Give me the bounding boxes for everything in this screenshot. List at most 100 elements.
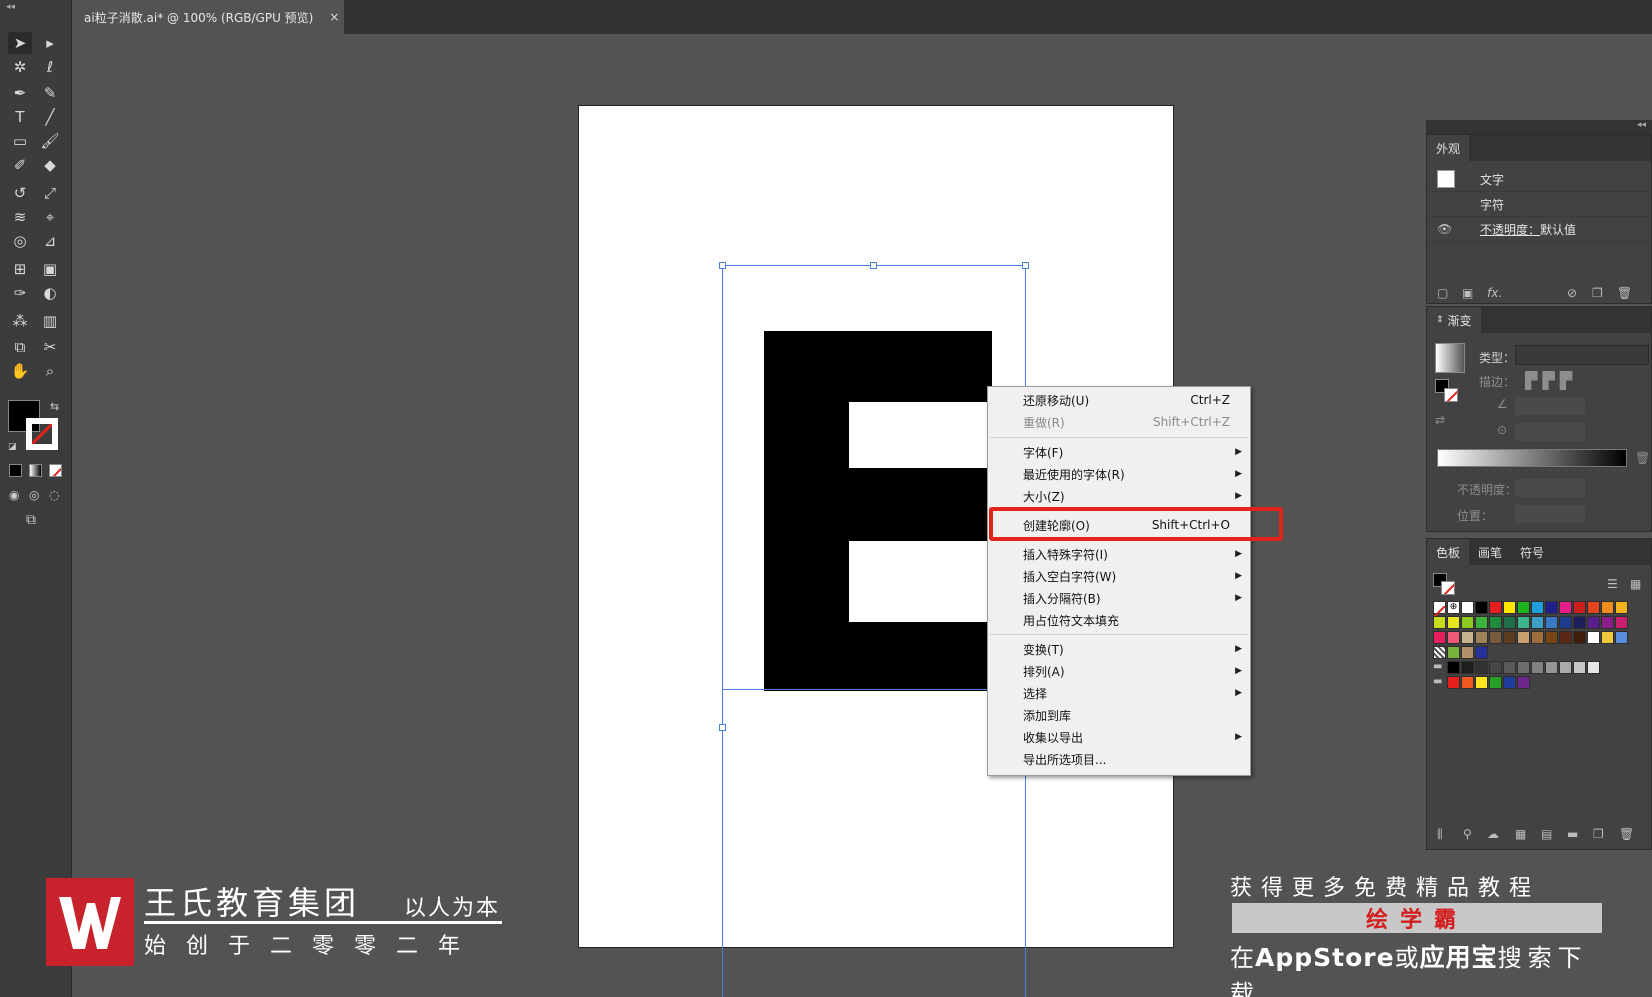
color-swatch[interactable] <box>1601 616 1614 629</box>
color-swatch[interactable] <box>1503 661 1516 674</box>
menu-item-add-to-library[interactable]: 添加到库 <box>988 704 1250 726</box>
paintbrush-tool-icon[interactable]: 🖌 <box>38 130 62 152</box>
pen-tool-icon[interactable]: ✒ <box>8 82 32 104</box>
color-swatch[interactable] <box>1447 676 1460 689</box>
color-swatch[interactable] <box>1475 616 1488 629</box>
menu-item-arrange[interactable]: 排列(A) ▶ <box>988 660 1250 682</box>
trash-icon[interactable]: 🗑 <box>1617 286 1632 300</box>
color-swatch[interactable] <box>1489 601 1502 614</box>
type-tool-icon[interactable]: T <box>8 106 32 128</box>
trash-icon[interactable]: 🗑 <box>1619 827 1634 841</box>
gradient-position-input[interactable] <box>1515 505 1585 523</box>
color-swatch[interactable] <box>1461 601 1474 614</box>
color-swatch[interactable] <box>1461 646 1474 659</box>
blend-tool-icon[interactable]: ◐ <box>38 282 62 304</box>
gradient-opacity-input[interactable] <box>1515 479 1585 497</box>
resize-handle-ml[interactable] <box>719 724 726 731</box>
resize-handle-tl[interactable] <box>719 262 726 269</box>
draw-inside-icon[interactable]: ◌ <box>49 488 59 502</box>
slice-tool-icon[interactable]: ✂ <box>38 336 62 358</box>
screen-mode-icon[interactable]: ⧉ <box>26 512 36 528</box>
menu-item-insert-special-char[interactable]: 插入特殊字符(I) ▶ <box>988 543 1250 565</box>
shaper-tool-icon[interactable]: ✐ <box>8 154 32 176</box>
reverse-gradient-icon[interactable]: ⇄ <box>1435 413 1445 427</box>
lasso-tool-icon[interactable]: ℓ <box>38 56 62 78</box>
color-swatch[interactable] <box>1573 616 1586 629</box>
draw-normal-icon[interactable]: ◉ <box>9 488 19 502</box>
color-swatch[interactable] <box>1559 631 1572 644</box>
duplicate-item-icon[interactable]: ❐ <box>1592 286 1603 300</box>
line-segment-tool-icon[interactable]: ╱ <box>38 106 62 128</box>
fx-icon[interactable]: fx. <box>1487 286 1502 300</box>
panel-grip[interactable]: ◂◂ <box>0 0 72 22</box>
none-swatch[interactable] <box>1433 601 1446 618</box>
curvature-tool-icon[interactable]: ✎ <box>38 82 62 104</box>
direct-selection-tool-icon[interactable]: ▸ <box>38 32 62 54</box>
resize-handle-tr[interactable] <box>1022 262 1029 269</box>
color-swatch[interactable] <box>1489 661 1502 674</box>
color-swatch[interactable] <box>1475 646 1488 659</box>
selection-tool-icon[interactable]: ➤ <box>8 32 32 54</box>
stroke-swatch[interactable] <box>26 418 58 450</box>
swatch-libraries-icon[interactable]: ⫼ <box>1437 827 1443 842</box>
shape-builder-tool-icon[interactable]: ◎ <box>8 230 32 252</box>
pattern-swatch[interactable] <box>1433 646 1446 659</box>
color-swatch[interactable] <box>1615 631 1628 644</box>
color-swatch[interactable] <box>1489 616 1502 629</box>
color-group-folder-icon[interactable]: ▬ <box>1433 676 1446 689</box>
color-swatch[interactable] <box>1573 631 1586 644</box>
artboard-tool-icon[interactable]: ⧉ <box>8 336 32 358</box>
registration-swatch[interactable]: ⊕ <box>1447 601 1460 614</box>
swap-fill-stroke-icon[interactable]: ⇆ <box>50 400 59 413</box>
magic-wand-tool-icon[interactable]: ✲ <box>8 56 32 78</box>
color-swatch[interactable] <box>1545 616 1558 629</box>
color-swatch[interactable] <box>1545 661 1558 674</box>
color-swatch[interactable] <box>1531 631 1544 644</box>
color-swatch[interactable] <box>1475 676 1488 689</box>
color-swatch[interactable] <box>1587 661 1600 674</box>
color-swatch[interactable] <box>1587 631 1600 644</box>
tab-appearance[interactable]: 外观 <box>1427 135 1470 161</box>
new-folder-icon[interactable]: ▬ <box>1567 827 1578 841</box>
color-swatch[interactable] <box>1587 616 1600 629</box>
tab-brushes[interactable]: 画笔 <box>1469 539 1511 565</box>
color-swatch[interactable] <box>1573 601 1586 614</box>
color-swatch[interactable] <box>1461 676 1474 689</box>
gradient-tool-icon[interactable]: ▣ <box>38 258 62 280</box>
color-swatch[interactable] <box>1503 631 1516 644</box>
new-swatch-icon[interactable]: ❐ <box>1593 827 1604 841</box>
perspective-grid-tool-icon[interactable]: ⊿ <box>38 230 62 252</box>
menu-item-select[interactable]: 选择 ▶ <box>988 682 1250 704</box>
gradient-mode-icon[interactable] <box>29 464 42 477</box>
tab-swatches[interactable]: 色板 <box>1427 539 1470 565</box>
menu-item-export-selection[interactable]: 导出所选项目... <box>988 748 1250 770</box>
list-view-icon[interactable]: ☰ <box>1607 577 1618 591</box>
none-mode-icon[interactable] <box>49 464 62 477</box>
menu-item-size[interactable]: 大小(Z) ▶ <box>988 485 1250 507</box>
tab-symbols[interactable]: 符号 <box>1511 539 1553 565</box>
color-swatch[interactable] <box>1517 631 1530 644</box>
color-swatch[interactable] <box>1601 631 1614 644</box>
appearance-row-character[interactable]: 字符 <box>1427 192 1651 217</box>
color-swatch[interactable] <box>1615 616 1628 629</box>
color-swatch[interactable] <box>1489 631 1502 644</box>
color-swatch[interactable] <box>1503 616 1516 629</box>
column-graph-tool-icon[interactable]: ▥ <box>38 310 62 332</box>
color-swatch[interactable] <box>1559 616 1572 629</box>
mesh-tool-icon[interactable]: ⊞ <box>8 258 32 280</box>
color-swatch[interactable] <box>1447 631 1460 644</box>
swatch-options-icon[interactable]: ▦ <box>1515 827 1526 841</box>
color-swatch[interactable] <box>1531 616 1544 629</box>
color-swatch[interactable] <box>1615 601 1628 614</box>
add-stroke-icon[interactable]: ▢ <box>1437 286 1448 300</box>
opacity-label[interactable]: 不透明度： <box>1480 221 1540 238</box>
color-swatch[interactable] <box>1447 616 1460 629</box>
color-swatch[interactable] <box>1545 601 1558 614</box>
menu-item-collect-for-export[interactable]: 收集以导出 ▶ <box>988 726 1250 748</box>
collapse-icon[interactable]: ◂◂ <box>1637 120 1646 130</box>
gradient-type-select[interactable] <box>1515 345 1649 365</box>
color-swatch[interactable] <box>1503 601 1516 614</box>
gradient-stroke-swatch[interactable] <box>1444 388 1458 402</box>
close-icon[interactable]: × <box>329 10 339 24</box>
menu-item-fill-placeholder[interactable]: 用占位符文本填充 <box>988 609 1250 631</box>
